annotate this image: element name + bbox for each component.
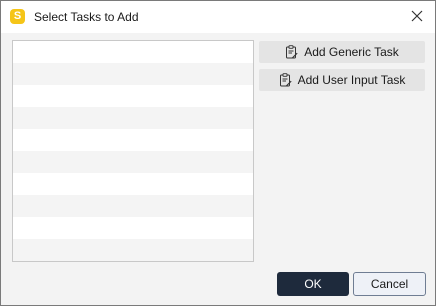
list-item[interactable]	[13, 173, 253, 195]
dialog-title: Select Tasks to Add	[34, 10, 139, 24]
add-generic-task-label: Add Generic Task	[304, 45, 399, 59]
list-item[interactable]	[13, 63, 253, 85]
clipboard-edit-icon	[285, 45, 298, 59]
list-item[interactable]	[13, 239, 253, 261]
list-item[interactable]	[13, 217, 253, 239]
close-button[interactable]	[403, 3, 431, 31]
cancel-button[interactable]: Cancel	[353, 272, 426, 296]
clipboard-edit-icon	[279, 73, 292, 87]
add-user-input-task-button[interactable]: Add User Input Task	[259, 69, 425, 91]
list-item[interactable]	[13, 85, 253, 107]
list-item[interactable]	[13, 107, 253, 129]
list-item[interactable]	[13, 129, 253, 151]
title-bar: S Select Tasks to Add	[1, 1, 435, 33]
ok-button[interactable]: OK	[277, 272, 349, 296]
task-list[interactable]	[12, 40, 254, 262]
select-tasks-dialog: S Select Tasks to Add Add Generic Task A…	[0, 0, 436, 306]
add-generic-task-button[interactable]: Add Generic Task	[259, 41, 425, 63]
list-item[interactable]	[13, 195, 253, 217]
list-item[interactable]	[13, 41, 253, 63]
add-user-input-task-label: Add User Input Task	[297, 73, 406, 87]
list-item[interactable]	[13, 151, 253, 173]
close-icon	[411, 10, 423, 25]
app-icon: S	[10, 9, 25, 24]
dialog-content: Add Generic Task Add User Input Task OK …	[1, 33, 435, 305]
